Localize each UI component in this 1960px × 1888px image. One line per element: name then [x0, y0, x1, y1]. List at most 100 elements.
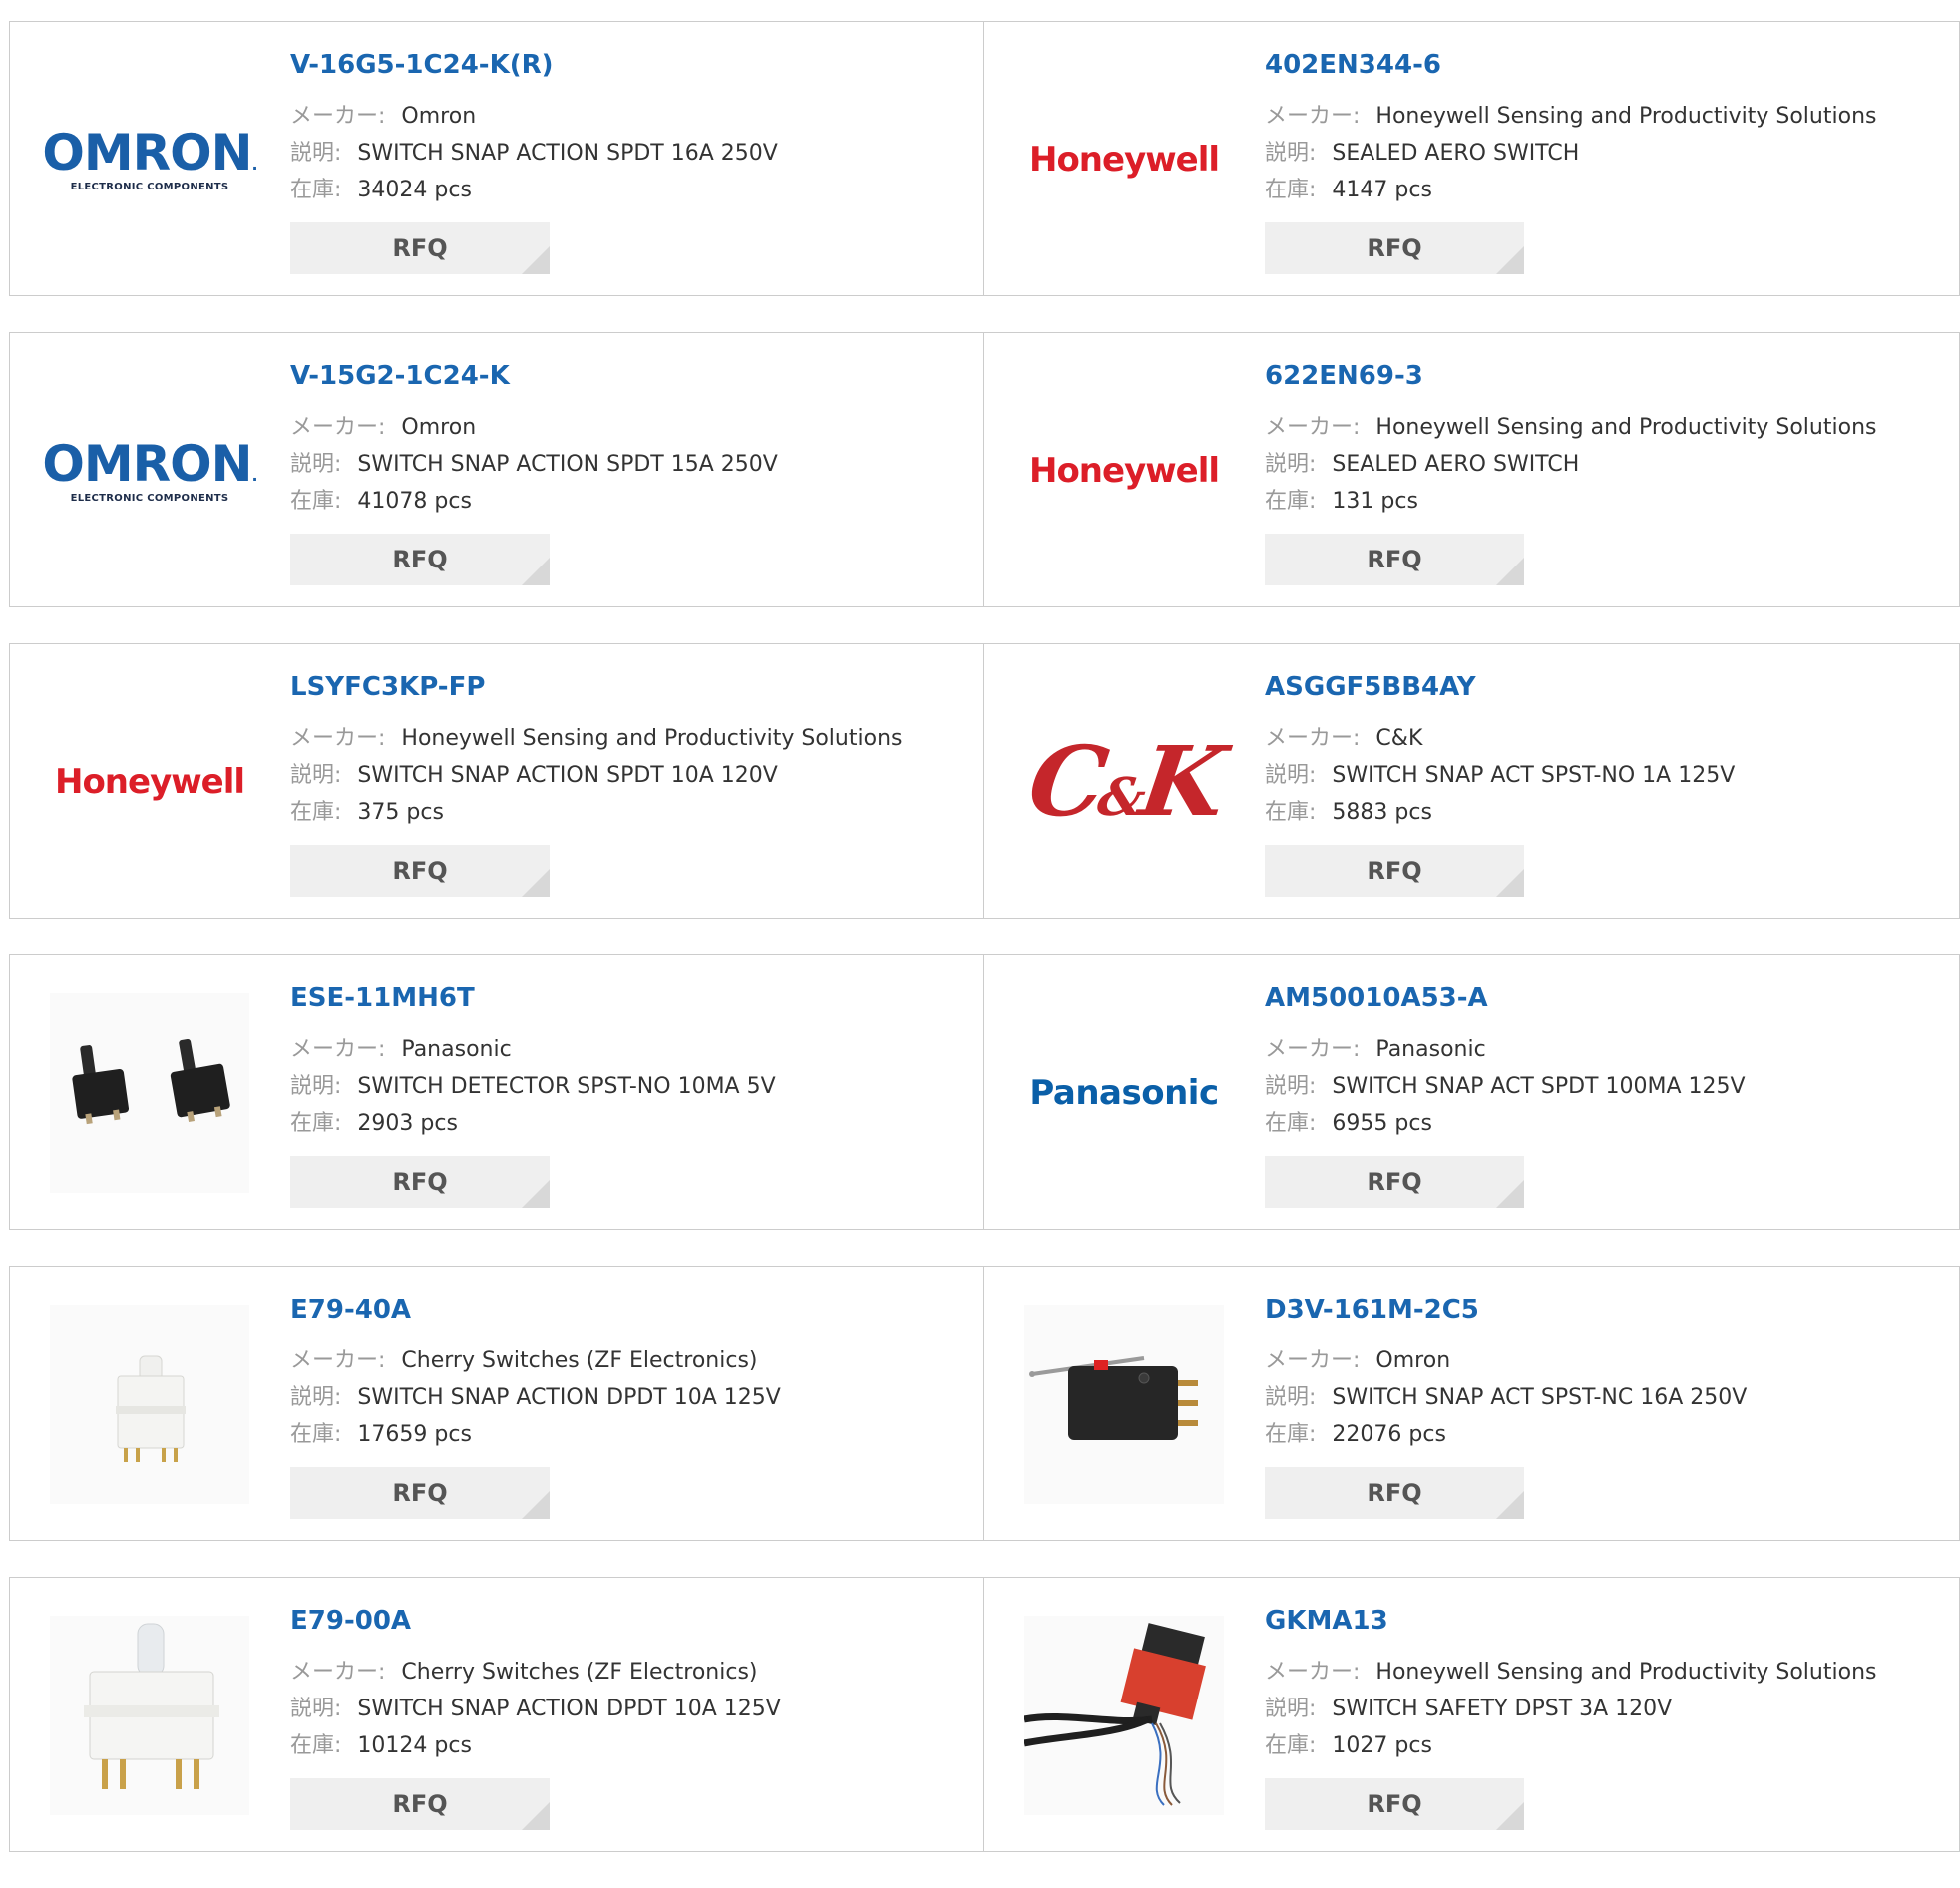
rfq-button[interactable]: RFQ [290, 1467, 550, 1519]
description-line: 説明: SEALED AERO SWITCH [1265, 446, 1876, 483]
maker-line: メーカー: Omron [290, 409, 778, 446]
part-number-link[interactable]: AM50010A53-A [1265, 985, 1746, 1011]
rfq-button[interactable]: RFQ [290, 534, 550, 585]
maker-label: メーカー: [290, 1037, 386, 1062]
description-value: SWITCH DETECTOR SPST-NO 10MA 5V [357, 1074, 776, 1099]
maker-line: メーカー: Panasonic [290, 1031, 776, 1068]
product-photo [1024, 1305, 1224, 1504]
product-thumbnail[interactable]: Honeywell [1024, 371, 1224, 570]
honeywell-logo: Honeywell [1028, 451, 1220, 491]
stock-line: 在庫: 5883 pcs [1265, 794, 1735, 831]
product-info: E79-00A メーカー: Cherry Switches (ZF Electro… [290, 1608, 781, 1764]
product-card: Panasonic AM50010A53-A メーカー: Panasonic 説明… [983, 954, 1960, 1230]
corner-triangle-icon [1496, 869, 1524, 897]
part-number-link[interactable]: LSYFC3KP-FP [290, 674, 902, 700]
product-thumbnail[interactable] [1024, 1305, 1224, 1504]
description-label: 説明: [290, 1385, 342, 1410]
part-number-link[interactable]: E79-40A [290, 1297, 781, 1322]
description-label: 説明: [290, 1697, 342, 1721]
part-number-link[interactable]: GKMA13 [1265, 1608, 1876, 1634]
maker-value: Honeywell Sensing and Productivity Solut… [1375, 1660, 1877, 1685]
corner-triangle-icon [1496, 246, 1524, 274]
product-grid: OMRON. ELECTRONIC COMPONENTS V-16G5-1C24… [9, 21, 1960, 1888]
product-info: 402EN344-6 メーカー: Honeywell Sensing and Pr… [1265, 52, 1876, 208]
rfq-button[interactable]: RFQ [290, 845, 550, 897]
maker-value: Honeywell Sensing and Productivity Solut… [1375, 104, 1877, 129]
rfq-button[interactable]: RFQ [1265, 845, 1524, 897]
product-thumbnail[interactable]: Honeywell [1024, 60, 1224, 259]
product-info: D3V-161M-2C5 メーカー: Omron 説明: SWITCH SNAP A… [1265, 1297, 1747, 1453]
part-number-link[interactable]: V-16G5-1C24-K(R) [290, 52, 778, 78]
stock-line: 在庫: 41078 pcs [290, 483, 778, 520]
product-card: Honeywell 402EN344-6 メーカー: Honeywell Sens… [983, 21, 1960, 296]
product-thumbnail[interactable]: OMRON. ELECTRONIC COMPONENTS [42, 60, 257, 259]
product-info: ESE-11MH6T メーカー: Panasonic 説明: SWITCH DETE… [290, 985, 776, 1142]
product-card: C&K ASGGF5BB4AY メーカー: C&K 説明: SWITCH SNAP … [983, 643, 1960, 919]
maker-value: Panasonic [401, 1037, 512, 1062]
part-number-link[interactable]: 402EN344-6 [1265, 52, 1876, 78]
product-thumbnail[interactable] [50, 1616, 249, 1815]
product-info: V-15G2-1C24-K メーカー: Omron 説明: SWITCH SNAP … [290, 363, 778, 520]
rfq-button[interactable]: RFQ [1265, 534, 1524, 585]
product-thumbnail[interactable]: Honeywell [50, 682, 249, 882]
rfq-button[interactable]: RFQ [1265, 222, 1524, 274]
stock-label: 在庫: [290, 1111, 342, 1136]
description-value: SWITCH SNAP ACTION SPDT 15A 250V [357, 452, 778, 477]
product-thumbnail[interactable]: OMRON. ELECTRONIC COMPONENTS [42, 371, 257, 570]
rfq-button[interactable]: RFQ [1265, 1778, 1524, 1830]
rfq-button[interactable]: RFQ [290, 1778, 550, 1830]
description-value: SWITCH SNAP ACTION SPDT 10A 120V [357, 763, 778, 788]
description-label: 説明: [1265, 763, 1317, 788]
product-thumbnail[interactable]: C&K [1022, 682, 1227, 882]
stock-label: 在庫: [1265, 1111, 1317, 1136]
rfq-button[interactable]: RFQ [290, 1156, 550, 1208]
stock-line: 在庫: 375 pcs [290, 794, 902, 831]
part-number-link[interactable]: D3V-161M-2C5 [1265, 1297, 1747, 1322]
product-info: 622EN69-3 メーカー: Honeywell Sensing and Pro… [1265, 363, 1876, 520]
product-thumbnail[interactable] [50, 993, 249, 1193]
stock-label: 在庫: [1265, 489, 1317, 514]
maker-line: メーカー: Cherry Switches (ZF Electronics) [290, 1342, 781, 1379]
maker-label: メーカー: [1265, 1037, 1361, 1062]
maker-label: メーカー: [1265, 1348, 1361, 1373]
part-number-link[interactable]: E79-00A [290, 1608, 781, 1634]
maker-line: メーカー: C&K [1265, 720, 1735, 757]
rfq-button[interactable]: RFQ [290, 222, 550, 274]
omron-logo: OMRON. ELECTRONIC COMPONENTS [42, 123, 257, 192]
product-card: ESE-11MH6T メーカー: Panasonic 説明: SWITCH DETE… [9, 954, 984, 1230]
stock-label: 在庫: [290, 800, 342, 825]
corner-triangle-icon [1496, 1802, 1524, 1830]
description-value: SWITCH SNAP ACT SPST-NC 16A 250V [1332, 1385, 1748, 1410]
stock-line: 在庫: 34024 pcs [290, 172, 778, 208]
description-label: 説明: [1265, 141, 1317, 166]
product-row: E79-00A メーカー: Cherry Switches (ZF Electro… [9, 1577, 1960, 1852]
maker-label: メーカー: [290, 1348, 386, 1373]
rfq-button[interactable]: RFQ [1265, 1467, 1524, 1519]
stock-value: 17659 pcs [357, 1422, 472, 1447]
description-line: 説明: SWITCH SAFETY DPST 3A 120V [1265, 1691, 1876, 1727]
product-info: LSYFC3KP-FP メーカー: Honeywell Sensing and P… [290, 674, 902, 831]
part-number-link[interactable]: ASGGF5BB4AY [1265, 674, 1735, 700]
part-number-link[interactable]: ESE-11MH6T [290, 985, 776, 1011]
rfq-button[interactable]: RFQ [1265, 1156, 1524, 1208]
product-row: OMRON. ELECTRONIC COMPONENTS V-15G2-1C24… [9, 332, 1960, 607]
description-line: 説明: SWITCH SNAP ACTION SPDT 16A 250V [290, 135, 778, 172]
omron-logo: OMRON. ELECTRONIC COMPONENTS [42, 434, 257, 504]
stock-value: 34024 pcs [357, 178, 472, 202]
stock-label: 在庫: [1265, 178, 1317, 202]
stock-value: 22076 pcs [1332, 1422, 1446, 1447]
product-thumbnail[interactable] [1024, 1616, 1224, 1815]
description-label: 説明: [290, 452, 342, 477]
maker-value: Cherry Switches (ZF Electronics) [401, 1348, 758, 1373]
product-thumbnail[interactable]: Panasonic [1024, 993, 1224, 1193]
stock-label: 在庫: [290, 1733, 342, 1758]
stock-line: 在庫: 4147 pcs [1265, 172, 1876, 208]
product-photo [50, 1616, 249, 1815]
maker-label: メーカー: [1265, 1660, 1361, 1685]
part-number-link[interactable]: 622EN69-3 [1265, 363, 1876, 389]
description-label: 説明: [290, 763, 342, 788]
corner-triangle-icon [1496, 1180, 1524, 1208]
part-number-link[interactable]: V-15G2-1C24-K [290, 363, 778, 389]
product-thumbnail[interactable] [50, 1305, 249, 1504]
description-line: 説明: SWITCH SNAP ACTION SPDT 15A 250V [290, 446, 778, 483]
